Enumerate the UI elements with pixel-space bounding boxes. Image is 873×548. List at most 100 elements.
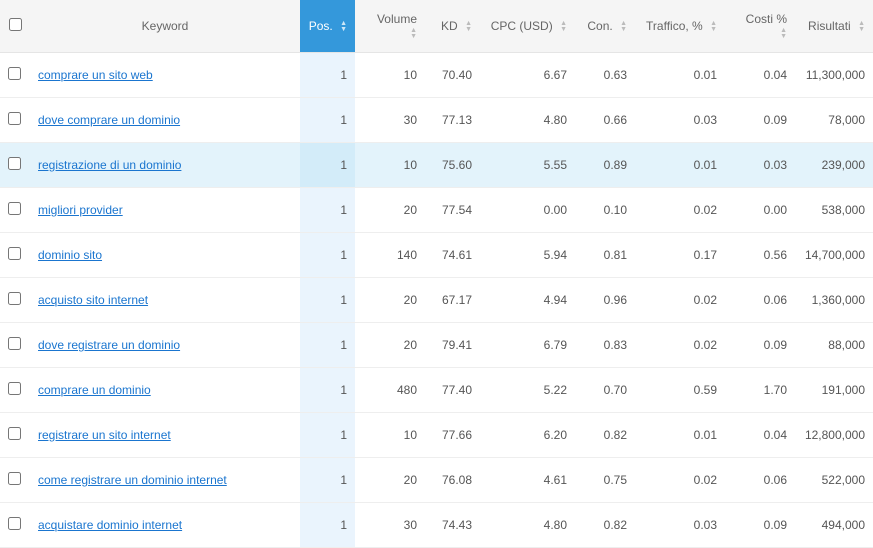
keyword-cell: come registrare un dominio internet (30, 458, 300, 503)
row-checkbox[interactable] (8, 427, 21, 440)
keyword-link[interactable]: dominio sito (38, 248, 102, 262)
cpc-cell: 5.22 (480, 368, 575, 413)
keyword-link[interactable]: registrazione di un dominio (38, 158, 181, 172)
keyword-cell: migliori provider (30, 188, 300, 233)
header-results[interactable]: Risultati ▲▼ (795, 0, 873, 53)
row-checkbox[interactable] (8, 382, 21, 395)
row-checkbox-cell (0, 503, 30, 548)
con-cell: 0.96 (575, 278, 635, 323)
header-con-label: Con. (587, 19, 612, 33)
header-cost[interactable]: Costi % ▲▼ (725, 0, 795, 53)
cpc-cell: 6.67 (480, 53, 575, 98)
results-cell: 14,700,000 (795, 233, 873, 278)
row-checkbox-cell (0, 233, 30, 278)
traffic-cell: 0.02 (635, 278, 725, 323)
table-row: acquisto sito internet12067.174.940.960.… (0, 278, 873, 323)
con-cell: 0.10 (575, 188, 635, 233)
kd-cell: 76.08 (425, 458, 480, 503)
select-all-checkbox[interactable] (9, 18, 22, 31)
keyword-table: Keyword Pos. ▲▼ Volume ▲▼ KD ▲▼ CPC (USD… (0, 0, 873, 548)
keyword-link[interactable]: comprare un sito web (38, 68, 153, 82)
sort-icon: ▲▼ (410, 28, 417, 40)
cost-cell: 0.09 (725, 98, 795, 143)
row-checkbox-cell (0, 188, 30, 233)
traffic-cell: 0.01 (635, 413, 725, 458)
row-checkbox[interactable] (8, 292, 21, 305)
results-cell: 522,000 (795, 458, 873, 503)
con-cell: 0.81 (575, 233, 635, 278)
cost-cell: 0.06 (725, 458, 795, 503)
results-cell: 11,300,000 (795, 53, 873, 98)
sort-icon: ▲▼ (560, 21, 567, 33)
pos-cell: 1 (300, 278, 355, 323)
kd-cell: 74.43 (425, 503, 480, 548)
keyword-cell: dominio sito (30, 233, 300, 278)
row-checkbox-cell (0, 278, 30, 323)
row-checkbox[interactable] (8, 517, 21, 530)
keyword-link[interactable]: comprare un dominio (38, 383, 151, 397)
keyword-link[interactable]: dove comprare un dominio (38, 113, 180, 127)
results-cell: 191,000 (795, 368, 873, 413)
keyword-link[interactable]: acquisto sito internet (38, 293, 148, 307)
cpc-cell: 5.55 (480, 143, 575, 188)
header-cpc[interactable]: CPC (USD) ▲▼ (480, 0, 575, 53)
con-cell: 0.82 (575, 413, 635, 458)
volume-cell: 480 (355, 368, 425, 413)
volume-cell: 30 (355, 98, 425, 143)
pos-cell: 1 (300, 413, 355, 458)
keyword-link[interactable]: registrare un sito internet (38, 428, 171, 442)
traffic-cell: 0.17 (635, 233, 725, 278)
keyword-link[interactable]: migliori provider (38, 203, 123, 217)
keyword-link[interactable]: come registrare un dominio internet (38, 473, 227, 487)
header-row: Keyword Pos. ▲▼ Volume ▲▼ KD ▲▼ CPC (USD… (0, 0, 873, 53)
table-row: registrazione di un dominio11075.605.550… (0, 143, 873, 188)
traffic-cell: 0.02 (635, 323, 725, 368)
volume-cell: 10 (355, 53, 425, 98)
row-checkbox[interactable] (8, 202, 21, 215)
cost-cell: 0.04 (725, 53, 795, 98)
row-checkbox-cell (0, 458, 30, 503)
header-kd[interactable]: KD ▲▼ (425, 0, 480, 53)
row-checkbox[interactable] (8, 337, 21, 350)
pos-cell: 1 (300, 143, 355, 188)
results-cell: 88,000 (795, 323, 873, 368)
con-cell: 0.83 (575, 323, 635, 368)
con-cell: 0.89 (575, 143, 635, 188)
volume-cell: 20 (355, 323, 425, 368)
table-row: dominio sito114074.615.940.810.170.5614,… (0, 233, 873, 278)
row-checkbox-cell (0, 413, 30, 458)
cost-cell: 0.09 (725, 323, 795, 368)
results-cell: 239,000 (795, 143, 873, 188)
row-checkbox[interactable] (8, 112, 21, 125)
keyword-cell: registrare un sito internet (30, 413, 300, 458)
keyword-link[interactable]: acquistare dominio internet (38, 518, 182, 532)
keyword-cell: comprare un dominio (30, 368, 300, 413)
results-cell: 12,800,000 (795, 413, 873, 458)
cost-cell: 0.00 (725, 188, 795, 233)
header-pos-label: Pos. (309, 19, 333, 33)
sort-icon: ▲▼ (780, 28, 787, 40)
row-checkbox-cell (0, 143, 30, 188)
header-con[interactable]: Con. ▲▼ (575, 0, 635, 53)
table-row: comprare un dominio148077.405.220.700.59… (0, 368, 873, 413)
traffic-cell: 0.02 (635, 458, 725, 503)
keyword-link[interactable]: dove registrare un dominio (38, 338, 180, 352)
header-traffic[interactable]: Traffico, % ▲▼ (635, 0, 725, 53)
sort-icon: ▲▼ (858, 21, 865, 33)
pos-cell: 1 (300, 503, 355, 548)
row-checkbox[interactable] (8, 67, 21, 80)
cost-cell: 1.70 (725, 368, 795, 413)
row-checkbox[interactable] (8, 157, 21, 170)
header-results-label: Risultati (808, 19, 851, 33)
row-checkbox[interactable] (8, 247, 21, 260)
kd-cell: 75.60 (425, 143, 480, 188)
pos-cell: 1 (300, 53, 355, 98)
row-checkbox[interactable] (8, 472, 21, 485)
header-keyword[interactable]: Keyword (30, 0, 300, 53)
cost-cell: 0.03 (725, 143, 795, 188)
pos-cell: 1 (300, 233, 355, 278)
header-volume[interactable]: Volume ▲▼ (355, 0, 425, 53)
results-cell: 78,000 (795, 98, 873, 143)
volume-cell: 20 (355, 188, 425, 233)
header-pos[interactable]: Pos. ▲▼ (300, 0, 355, 53)
